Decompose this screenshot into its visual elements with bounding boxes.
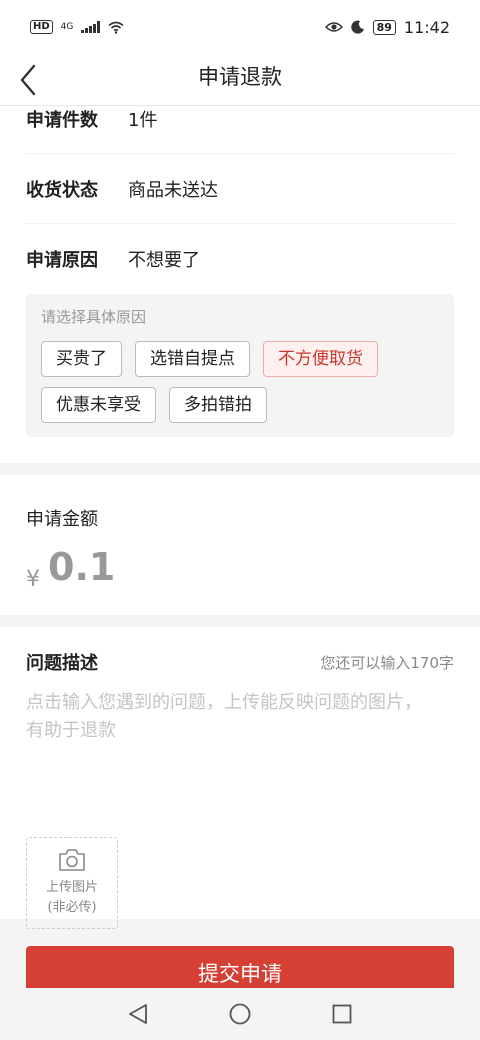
status-bar: HD 4G 89 11:42: [0, 0, 480, 54]
amount-value: 0.1: [48, 545, 116, 589]
battery-icon: 89: [372, 19, 396, 35]
recents-square-icon: [332, 1004, 352, 1024]
quantity-value: 1件: [128, 110, 158, 131]
upload-label-line1: 上传图片: [45, 880, 98, 895]
moon-icon: [350, 20, 364, 34]
reason-detail-box: 请选择具体原因 买贵了 选错自提点 不方便取货 优惠未享受 多拍错拍: [26, 294, 454, 437]
signal-icon: [81, 21, 100, 33]
reason-tag[interactable]: 优惠未享受: [41, 387, 156, 423]
content: 申请件数 1件 收货状态 商品未送达 申请原因 不想要了 请选择具体原因 买贵了…: [0, 106, 480, 929]
reason-row[interactable]: 申请原因 不想要了: [26, 224, 454, 294]
description-header: 问题描述 您还可以输入170字: [0, 627, 480, 675]
wifi-icon: [108, 21, 124, 34]
back-triangle-icon: [129, 1004, 147, 1024]
clock-time: 11:42: [403, 17, 450, 37]
char-remaining: 您还可以输入170字: [320, 653, 454, 672]
amount-section: 申请金额 ¥ 0.1: [0, 475, 480, 615]
description-title: 问题描述: [26, 653, 98, 674]
currency-symbol: ¥: [26, 567, 40, 592]
quantity-label: 申请件数: [26, 110, 98, 131]
reason-tag[interactable]: 多拍错拍: [169, 387, 267, 423]
receipt-status-row: 收货状态 商品未送达: [26, 154, 454, 224]
eye-icon: [324, 22, 343, 32]
section-divider: [0, 463, 480, 475]
reason-tag[interactable]: 选错自提点: [135, 341, 250, 377]
reason-tag-selected[interactable]: 不方便取货: [263, 341, 378, 377]
reason-tags: 买贵了 选错自提点 不方便取货 优惠未享受 多拍错拍: [41, 341, 439, 423]
system-home-button[interactable]: [189, 988, 291, 1040]
status-left: HD 4G: [30, 20, 124, 34]
nav-bar: 申请退款: [0, 54, 480, 106]
system-back-button[interactable]: [87, 988, 189, 1040]
section-divider: [0, 615, 480, 627]
quantity-row: 申请件数 1件: [26, 106, 454, 154]
system-nav-bar: [0, 988, 480, 1040]
page-title: 申请退款: [198, 65, 282, 89]
amount-title: 申请金额: [26, 509, 98, 530]
reason-hint: 请选择具体原因: [41, 308, 147, 326]
system-recents-button[interactable]: [291, 988, 393, 1040]
receipt-status-value: 商品未送达: [128, 179, 218, 201]
reason-tag[interactable]: 买贵了: [41, 341, 122, 377]
amount-row: ¥ 0.1: [0, 531, 480, 615]
upload-label-line2: (非必传): [47, 900, 97, 915]
reason-value: 不想要了: [128, 250, 200, 271]
description-section: 问题描述 您还可以输入170字 上传图片 (非必传): [0, 627, 480, 929]
refund-info-section: 申请件数 1件 收货状态 商品未送达 申请原因 不想要了 请选择具体原因 买贵了…: [0, 106, 480, 463]
hd-icon: HD: [30, 20, 53, 34]
reason-label: 申请原因: [26, 250, 98, 271]
home-circle-icon: [229, 1003, 251, 1025]
network-type: 4G: [60, 22, 74, 32]
camera-icon: [59, 849, 85, 871]
receipt-status-label: 收货状态: [26, 179, 98, 201]
description-input[interactable]: [26, 689, 426, 789]
status-right: 89 11:42: [324, 17, 450, 37]
upload-image-button[interactable]: 上传图片 (非必传): [26, 837, 118, 929]
